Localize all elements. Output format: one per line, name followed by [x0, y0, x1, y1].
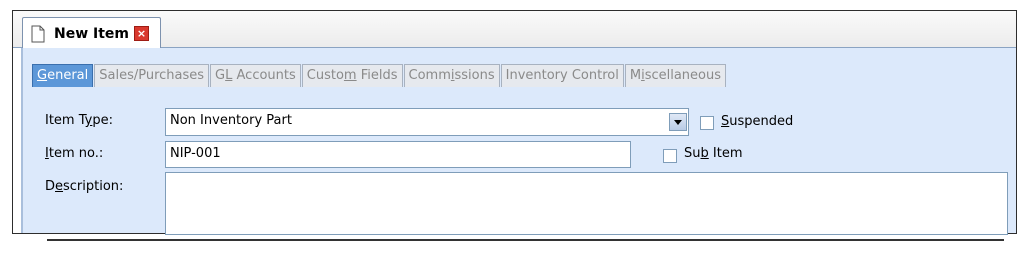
suspended-label: Suspended [721, 114, 794, 129]
tab-miscellaneous[interactable]: Miscellaneous [624, 64, 726, 87]
document-tab-title: New Item [54, 25, 130, 42]
document-icon [31, 25, 45, 43]
item-type-select[interactable]: Non Inventory Part [165, 108, 689, 136]
tab-inventory-control[interactable]: Inventory Control [500, 64, 624, 87]
tab-general[interactable]: General [32, 64, 94, 87]
tab-custom-fields[interactable]: Custom Fields [301, 64, 403, 87]
document-tab-bar: New Item × [13, 11, 1016, 49]
subtab-bar: General Sales/Purchases GL Accounts Cust… [32, 64, 727, 87]
item-type-label: Item Type: [45, 113, 113, 128]
tab-commissions[interactable]: Commissions [403, 64, 500, 87]
description-label: Description: [45, 179, 124, 194]
document-tab-new-item[interactable]: New Item × [22, 17, 161, 49]
item-form-panel: General Sales/Purchases GL Accounts Cust… [21, 48, 1016, 241]
tab-sales-purchases[interactable]: Sales/Purchases [94, 64, 210, 87]
chevron-down-icon[interactable] [669, 113, 687, 131]
tab-gl-accounts[interactable]: GL Accounts [210, 64, 301, 87]
suspended-checkbox[interactable] [700, 116, 714, 130]
divider [47, 239, 1004, 241]
item-no-input[interactable]: NIP-001 [165, 141, 631, 168]
close-icon[interactable]: × [134, 26, 150, 41]
sub-item-checkbox[interactable] [663, 149, 677, 163]
new-item-window: New Item × General Sales/Purchases GL Ac… [12, 10, 1017, 241]
description-textarea[interactable] [165, 172, 1008, 235]
sub-item-label: Sub Item [684, 146, 743, 161]
item-no-label: Item no.: [45, 146, 104, 161]
